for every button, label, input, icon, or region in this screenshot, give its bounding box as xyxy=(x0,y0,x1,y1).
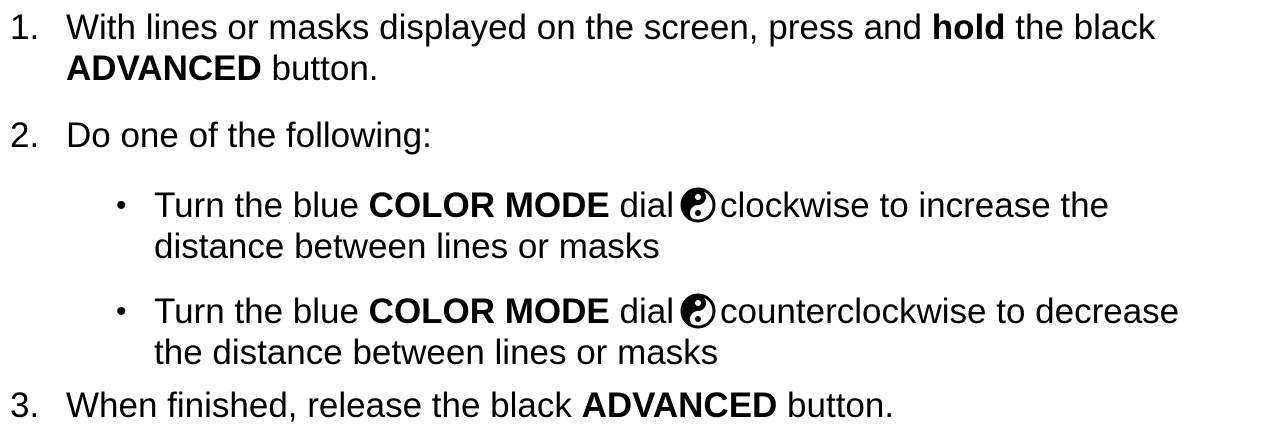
step-1-number: 1. xyxy=(10,8,40,47)
bullet-1-line-2: distance between lines or masks xyxy=(154,227,660,266)
color-mode-dial-icon xyxy=(680,187,716,232)
advanced-button-label: ADVANCED xyxy=(66,49,262,88)
step-2-number: 2. xyxy=(10,116,40,155)
bullet-2-line-1: Turn the blue COLOR MODE dial countercloc… xyxy=(154,292,1179,338)
step-1-line-2: ADVANCED button. xyxy=(66,49,379,88)
color-mode-dial-icon xyxy=(680,293,716,338)
bullet-1-line-1: Turn the blue COLOR MODE dial clockwise t… xyxy=(154,186,1109,232)
hold-emphasis: hold xyxy=(931,8,1006,47)
color-mode-label: COLOR MODE xyxy=(368,292,610,331)
bullet-icon: • xyxy=(116,189,127,222)
step-2-text: Do one of the following: xyxy=(66,116,432,155)
step-3-number: 3. xyxy=(10,386,40,425)
color-mode-label: COLOR MODE xyxy=(368,186,610,225)
bullet-2-line-2: the distance between lines or masks xyxy=(154,333,719,372)
step-1-line-1: With lines or masks displayed on the scr… xyxy=(66,8,1156,47)
bullet-icon: • xyxy=(116,295,127,328)
advanced-button-label: ADVANCED xyxy=(581,386,778,425)
step-3-text: When finished, release the black ADVANCE… xyxy=(66,386,895,425)
